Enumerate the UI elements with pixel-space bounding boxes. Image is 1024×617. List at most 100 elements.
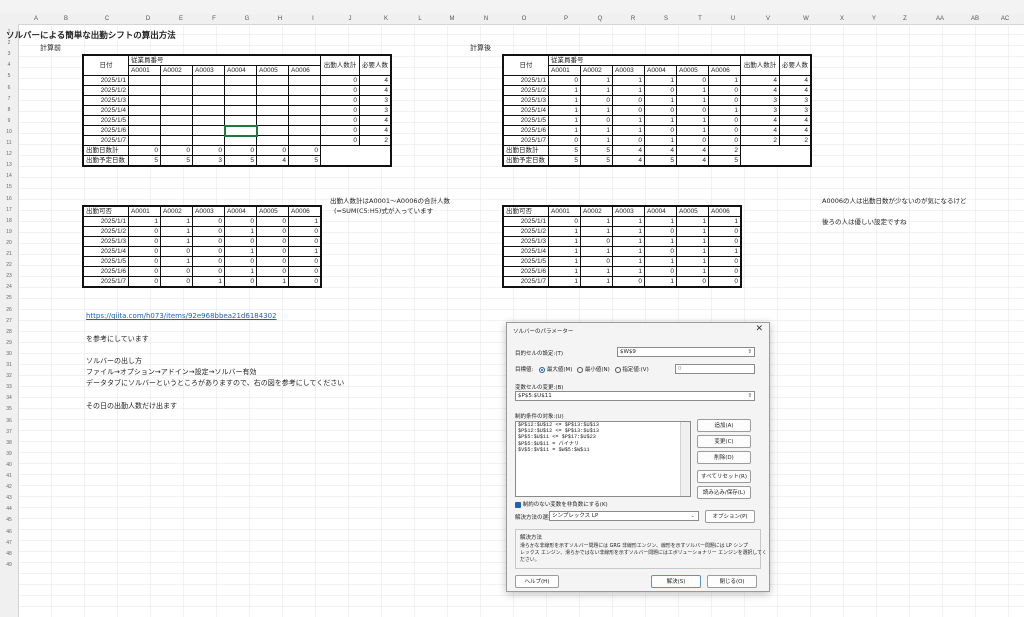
- table-cell[interactable]: 1: [612, 75, 645, 86]
- table-cell[interactable]: 0: [580, 256, 613, 267]
- table-cell[interactable]: 5: [288, 155, 321, 167]
- table-cell[interactable]: 0: [224, 216, 257, 227]
- row-header[interactable]: 39: [0, 450, 18, 458]
- table-cell[interactable]: 1: [676, 226, 709, 237]
- row-header[interactable]: 5: [0, 72, 18, 80]
- row-header[interactable]: 16: [0, 195, 18, 203]
- row-header[interactable]: 44: [0, 505, 18, 513]
- row-header[interactable]: 15: [0, 183, 18, 191]
- table-cell[interactable]: 1: [580, 85, 613, 96]
- table-cell[interactable]: 0: [256, 226, 289, 237]
- table-cell[interactable]: 0: [676, 276, 709, 288]
- table-cell[interactable]: [288, 85, 321, 96]
- table-cell[interactable]: 0: [320, 105, 360, 116]
- row-header[interactable]: 46: [0, 528, 18, 536]
- table-cell[interactable]: 4: [612, 155, 645, 167]
- column-header[interactable]: R: [625, 14, 641, 24]
- table-cell[interactable]: 2025/1/7: [82, 276, 129, 288]
- table-cell[interactable]: [160, 105, 193, 116]
- table-cell[interactable]: 4: [359, 85, 392, 96]
- table-cell[interactable]: 0: [612, 105, 645, 116]
- row-header[interactable]: 17: [0, 206, 18, 214]
- table-cell[interactable]: [128, 75, 161, 86]
- table-cell[interactable]: 出勤人数計: [740, 54, 780, 76]
- table-cell[interactable]: 1: [192, 276, 225, 288]
- table-cell[interactable]: 2025/1/6: [502, 125, 549, 136]
- row-header[interactable]: 24: [0, 283, 18, 291]
- reset-button[interactable]: すべてリセット(R): [697, 470, 751, 483]
- table-cell[interactable]: [224, 105, 257, 116]
- table-cell[interactable]: A0004: [644, 65, 677, 76]
- change-input[interactable]: $P$5:$U$11 ⇧: [515, 391, 755, 401]
- table-cell[interactable]: [128, 105, 161, 116]
- table-cell[interactable]: 2025/1/2: [502, 226, 549, 237]
- table-cell[interactable]: 4: [740, 85, 780, 96]
- table-cell[interactable]: 1: [644, 135, 677, 146]
- table-cell[interactable]: 0: [320, 125, 360, 136]
- table-cell[interactable]: 必要人数: [359, 54, 392, 76]
- table-cell[interactable]: 0: [128, 266, 161, 277]
- table-cell[interactable]: 0: [256, 266, 289, 277]
- table-cell[interactable]: 2025/1/4: [82, 246, 129, 257]
- table-cell[interactable]: 0: [128, 226, 161, 237]
- table-cell[interactable]: 0: [548, 135, 581, 146]
- row-header[interactable]: 18: [0, 217, 18, 225]
- table-cell[interactable]: 出勤予定日数: [82, 155, 129, 167]
- table-cell[interactable]: 0: [708, 276, 742, 288]
- table-cell[interactable]: 5: [644, 155, 677, 167]
- table-cell[interactable]: 1: [676, 115, 709, 126]
- row-header[interactable]: 30: [0, 350, 18, 358]
- table-cell[interactable]: [192, 75, 225, 86]
- table-cell[interactable]: 0: [224, 145, 257, 156]
- table-cell[interactable]: 1: [644, 75, 677, 86]
- row-header[interactable]: 35: [0, 405, 18, 413]
- table-cell[interactable]: 1: [548, 105, 581, 116]
- table-cell[interactable]: 0: [192, 216, 225, 227]
- table-cell[interactable]: 1: [676, 256, 709, 267]
- table-cell[interactable]: 0: [320, 95, 360, 106]
- column-header[interactable]: E: [173, 14, 189, 24]
- row-header[interactable]: 27: [0, 317, 18, 325]
- table-cell[interactable]: 1: [548, 115, 581, 126]
- table-cell[interactable]: 1: [580, 216, 613, 227]
- column-header[interactable]: P: [558, 14, 574, 24]
- table-cell[interactable]: [160, 115, 193, 126]
- radio-min[interactable]: [577, 366, 584, 373]
- row-header[interactable]: 20: [0, 239, 18, 247]
- table-cell[interactable]: 4: [359, 125, 392, 136]
- table-cell[interactable]: 出勤日数計: [82, 145, 129, 156]
- table-cell[interactable]: 1: [580, 125, 613, 136]
- column-header[interactable]: X: [834, 14, 850, 24]
- table-cell[interactable]: 1: [548, 256, 581, 267]
- table-cell[interactable]: 0: [320, 135, 360, 146]
- close-button[interactable]: 閉じる(O): [707, 575, 757, 588]
- table-cell[interactable]: 日付: [82, 54, 129, 76]
- table-cell[interactable]: 1: [580, 276, 613, 288]
- table-cell[interactable]: 0: [644, 226, 677, 237]
- table-cell[interactable]: 0: [224, 236, 257, 247]
- table-cell[interactable]: 2025/1/5: [502, 256, 549, 267]
- table-cell[interactable]: [256, 85, 289, 96]
- table-cell[interactable]: [256, 75, 289, 86]
- close-icon[interactable]: ✕: [755, 324, 763, 334]
- table-cell[interactable]: A0001: [548, 205, 581, 217]
- table-cell[interactable]: 2025/1/3: [502, 95, 549, 106]
- table-cell[interactable]: 1: [708, 75, 741, 86]
- table-cell[interactable]: 0: [160, 246, 193, 257]
- table-cell[interactable]: 0: [256, 216, 289, 227]
- column-header[interactable]: C: [99, 14, 115, 24]
- column-header[interactable]: B: [58, 14, 74, 24]
- delete-button[interactable]: 削除(D): [697, 451, 751, 464]
- table-cell[interactable]: 1: [548, 85, 581, 96]
- column-header[interactable]: T: [692, 14, 708, 24]
- table-cell[interactable]: 0: [580, 95, 613, 106]
- table-cell[interactable]: 0: [288, 236, 322, 247]
- nonneg-checkbox[interactable]: [515, 501, 521, 508]
- table-cell[interactable]: 0: [320, 75, 360, 86]
- table-cell[interactable]: 0: [128, 236, 161, 247]
- row-header[interactable]: 40: [0, 461, 18, 469]
- table-cell[interactable]: 4: [359, 115, 392, 126]
- column-header[interactable]: H: [272, 14, 288, 24]
- table-cell[interactable]: 0: [548, 216, 581, 227]
- row-header[interactable]: 13: [0, 161, 18, 169]
